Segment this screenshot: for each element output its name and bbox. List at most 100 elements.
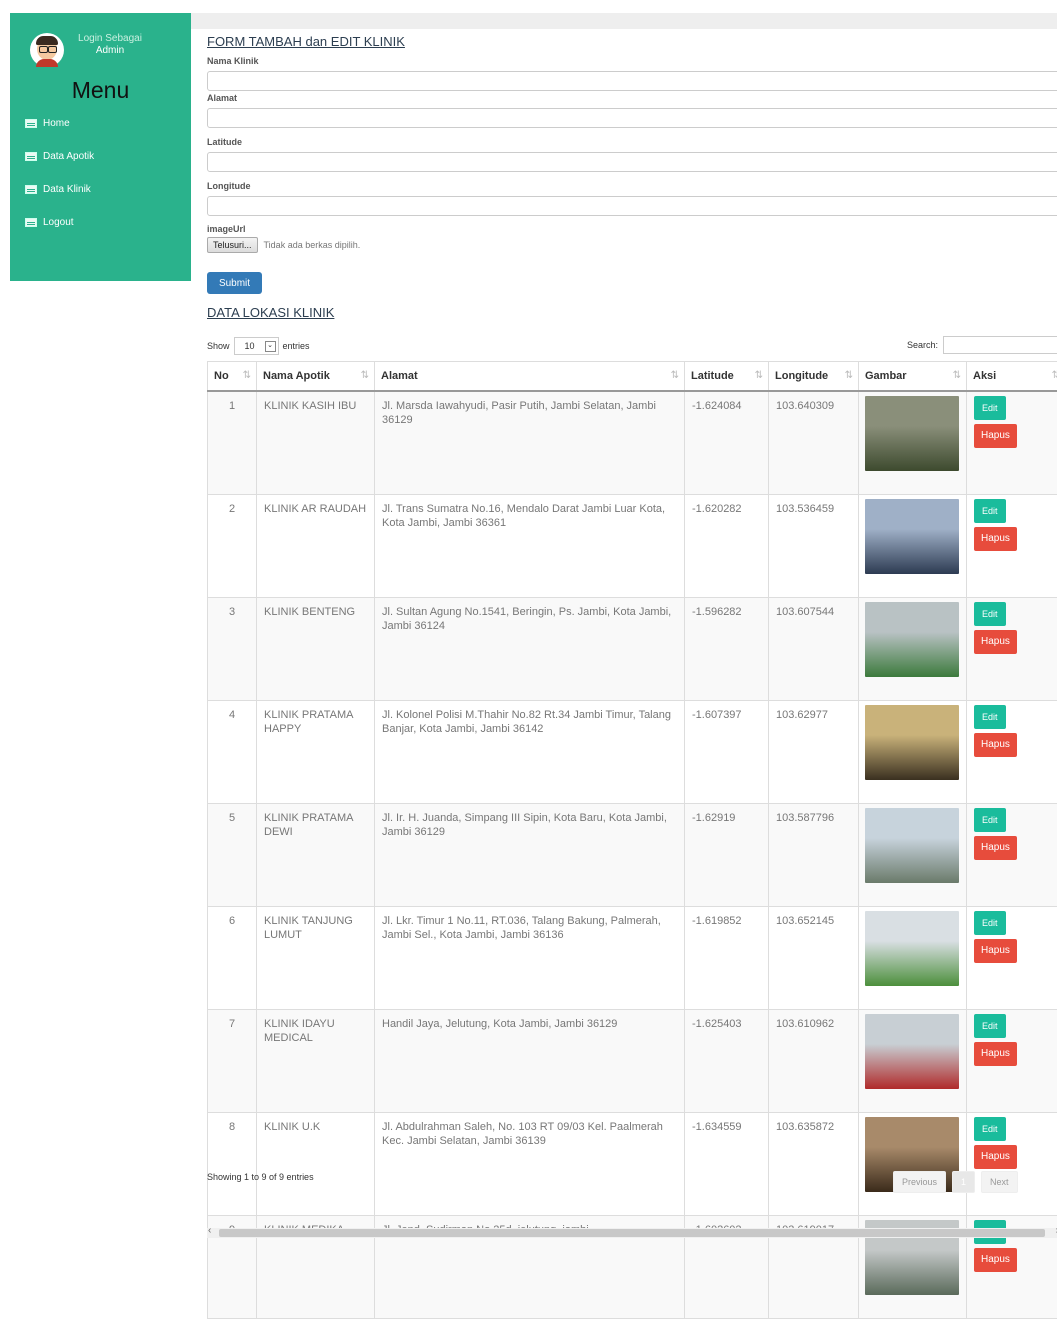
table-info: Showing 1 to 9 of 9 entries [207, 1172, 314, 1182]
cell-aksi: Edit Hapus [967, 1010, 1057, 1113]
table-icon [25, 185, 37, 194]
data-section-title: DATA LOKASI KLINIK [207, 305, 334, 320]
horizontal-scrollbar[interactable]: ‹ › [207, 1228, 1057, 1238]
cell-latitude: -1.620282 [685, 495, 769, 598]
next-button[interactable]: Next [981, 1171, 1018, 1193]
delete-button[interactable]: Hapus [974, 939, 1017, 963]
scrollbar-thumb[interactable] [219, 1229, 1045, 1237]
latitude-input[interactable] [207, 152, 1057, 172]
cell-nama: KLINIK PRATAMA HAPPY [257, 701, 375, 804]
cell-nama: KLINIK IDAYU MEDICAL [257, 1010, 375, 1113]
nama-klinik-input[interactable] [207, 71, 1057, 91]
cell-gambar [859, 391, 967, 495]
table-row: 4KLINIK PRATAMA HAPPYJl. Kolonel Polisi … [208, 701, 1057, 804]
cell-alamat: Jl. Abdulrahman Saleh, No. 103 RT 09/03 … [375, 1113, 685, 1216]
submit-button[interactable]: Submit [207, 272, 262, 294]
col-header-nama[interactable]: Nama Apotik⇅ [257, 362, 375, 392]
cell-longitude: 103.587796 [769, 804, 859, 907]
cell-no: 8 [208, 1113, 257, 1216]
cell-nama: KLINIK U.K [257, 1113, 375, 1216]
cell-no: 6 [208, 907, 257, 1010]
cell-gambar [859, 1113, 967, 1216]
edit-button[interactable]: Edit [974, 499, 1006, 523]
table-row: 1KLINIK KASIH IBUJl. Marsda Iawahyudi, P… [208, 391, 1057, 495]
sort-icon: ⇅ [755, 370, 763, 381]
delete-button[interactable]: Hapus [974, 836, 1017, 860]
edit-button[interactable]: Edit [974, 1117, 1006, 1141]
table-row: 7KLINIK IDAYU MEDICALHandil Jaya, Jelutu… [208, 1010, 1057, 1113]
cell-alamat: Handil Jaya, Jelutung, Kota Jambi, Jambi… [375, 1010, 685, 1113]
cell-nama: KLINIK TANJUNG LUMUT [257, 907, 375, 1010]
cell-longitude: 103.607544 [769, 598, 859, 701]
latitude-label: Latitude [207, 137, 242, 147]
col-header-longitude[interactable]: Longitude⇅ [769, 362, 859, 392]
delete-button[interactable]: Hapus [974, 1145, 1017, 1169]
clinic-photo [865, 499, 959, 574]
cell-gambar [859, 1010, 967, 1113]
sidebar-item-label: Logout [43, 217, 74, 228]
sidebar-item-label: Home [43, 118, 70, 129]
table-row: 2KLINIK AR RAUDAHJl. Trans Sumatra No.16… [208, 495, 1057, 598]
entries-value: 10 [235, 341, 265, 351]
scroll-left-icon[interactable]: ‹ [208, 1225, 211, 1236]
search-input[interactable] [943, 336, 1057, 354]
clinic-photo [865, 602, 959, 677]
search-label: Search: [907, 340, 938, 350]
cell-no: 3 [208, 598, 257, 701]
delete-button[interactable]: Hapus [974, 733, 1017, 757]
cell-gambar [859, 701, 967, 804]
sidebar-item-data-klinik[interactable]: Data Klinik [25, 184, 91, 195]
cell-latitude: -1.596282 [685, 598, 769, 701]
cell-aksi: Edit Hapus [967, 804, 1057, 907]
cell-alamat: Jl. Ir. H. Juanda, Simpang III Sipin, Ko… [375, 804, 685, 907]
sidebar-item-logout[interactable]: Logout [25, 217, 74, 228]
cell-aksi: Edit Hapus [967, 907, 1057, 1010]
delete-button[interactable]: Hapus [974, 1248, 1017, 1272]
sort-icon: ⇅ [953, 370, 961, 381]
col-header-aksi[interactable]: Aksi⇅ [967, 362, 1057, 392]
cell-no: 7 [208, 1010, 257, 1113]
delete-button[interactable]: Hapus [974, 1042, 1017, 1066]
col-header-gambar[interactable]: Gambar⇅ [859, 362, 967, 392]
cell-no: 5 [208, 804, 257, 907]
cell-latitude: -1.619852 [685, 907, 769, 1010]
delete-button[interactable]: Hapus [974, 527, 1017, 551]
sidebar-item-data-apotik[interactable]: Data Apotik [25, 151, 94, 162]
clinic-photo [865, 911, 959, 986]
col-header-alamat[interactable]: Alamat⇅ [375, 362, 685, 392]
page-1-button[interactable]: 1 [952, 1171, 975, 1193]
cell-longitude: 103.652145 [769, 907, 859, 1010]
delete-button[interactable]: Hapus [974, 424, 1017, 448]
col-header-no[interactable]: No⇅ [208, 362, 257, 392]
cell-alamat: Jl. Trans Sumatra No.16, Mendalo Darat J… [375, 495, 685, 598]
menu-title: Menu [10, 77, 191, 104]
file-input: Telusuri... Tidak ada berkas dipilih. [207, 237, 360, 253]
edit-button[interactable]: Edit [974, 602, 1006, 626]
table-search: Search: [907, 336, 1057, 354]
previous-button[interactable]: Previous [893, 1171, 946, 1193]
edit-button[interactable]: Edit [974, 808, 1006, 832]
edit-button[interactable]: Edit [974, 1014, 1006, 1038]
cell-no: 4 [208, 701, 257, 804]
delete-button[interactable]: Hapus [974, 630, 1017, 654]
entries-select[interactable]: 10 ⌄ [234, 337, 279, 355]
browse-button[interactable]: Telusuri... [207, 237, 258, 253]
alamat-input[interactable] [207, 108, 1057, 128]
cell-latitude: -1.607397 [685, 701, 769, 804]
sort-icon: ⇅ [845, 370, 853, 381]
cell-aksi: Edit Hapus [967, 701, 1057, 804]
longitude-input[interactable] [207, 196, 1057, 216]
sidebar-item-label: Data Apotik [43, 151, 94, 162]
col-header-latitude[interactable]: Latitude⇅ [685, 362, 769, 392]
edit-button[interactable]: Edit [974, 911, 1006, 935]
cell-nama: KLINIK AR RAUDAH [257, 495, 375, 598]
edit-button[interactable]: Edit [974, 705, 1006, 729]
table-icon [25, 152, 37, 161]
table-row: 5KLINIK PRATAMA DEWIJl. Ir. H. Juanda, S… [208, 804, 1057, 907]
entries-length-control: Show 10 ⌄ entries [207, 337, 310, 355]
sidebar-item-home[interactable]: Home [25, 118, 70, 129]
sort-icon: ⇅ [671, 370, 679, 381]
nama-klinik-label: Nama Klinik [207, 56, 259, 66]
edit-button[interactable]: Edit [974, 396, 1006, 420]
cell-nama: KLINIK BENTENG [257, 598, 375, 701]
